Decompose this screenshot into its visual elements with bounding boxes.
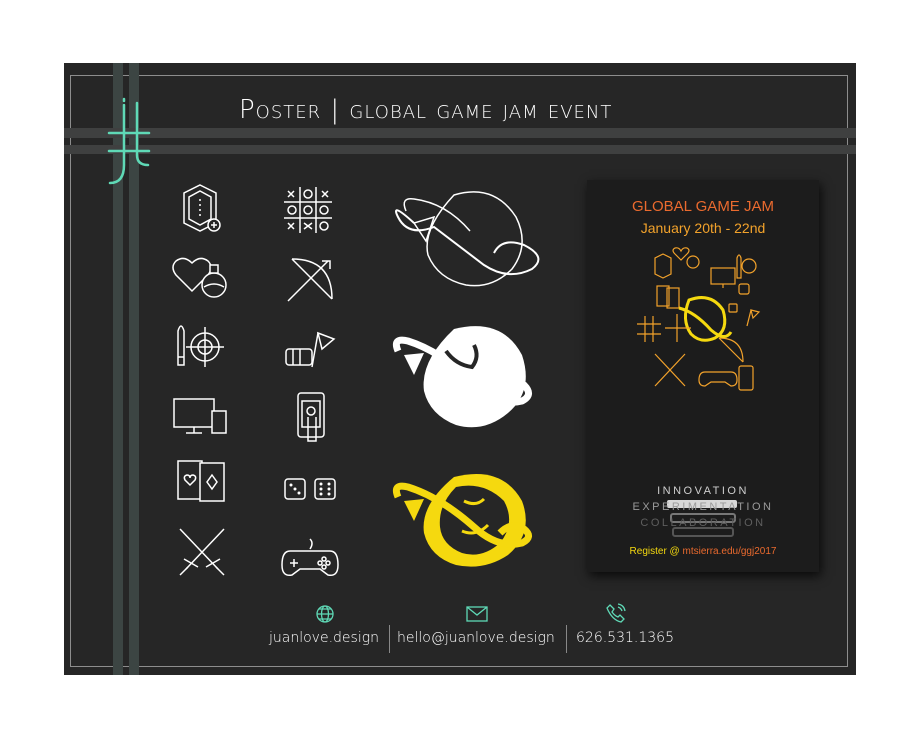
poster-title: GLOBAL GAME JAM — [632, 198, 774, 215]
website-link[interactable]: juanlove.design — [269, 630, 379, 646]
monogram-logo — [104, 95, 154, 190]
phone-hand-icon — [292, 389, 332, 447]
monitor-tablet-icon — [172, 395, 232, 439]
globe-icon — [315, 604, 335, 624]
poster-board: Poster | global game jam event GLOBAL GA… — [64, 63, 856, 675]
bullet-target-icon — [172, 317, 228, 377]
register-prefix: Register @ — [629, 546, 683, 557]
envelope-icon — [466, 606, 488, 622]
gamepad-icon — [280, 535, 342, 583]
gem-icon — [180, 183, 224, 235]
dice-icon — [282, 475, 342, 505]
poster-register: Register @ mtsierra.edu/ggj2017 — [587, 546, 819, 557]
contact-divider-1 — [389, 625, 390, 653]
poster-innovation: INNOVATION — [657, 485, 749, 497]
register-url[interactable]: mtsierra.edu/ggj2017 — [683, 546, 777, 557]
poster-experimentation: EXPERIMENTATION — [632, 501, 774, 513]
lightbulb-icon-cluster — [635, 246, 775, 452]
page-title: Poster | global game jam event — [239, 95, 613, 125]
tic-tac-toe-icon — [282, 185, 334, 235]
poster-collaboration: COLLABORATION — [640, 517, 766, 529]
crossed-swords-icon — [174, 523, 230, 583]
horizontal-band-bottom — [64, 145, 856, 154]
fist-flag-icon — [282, 325, 338, 375]
email-link[interactable]: hello@juanlove.design — [397, 630, 555, 646]
bow-arrow-icon — [282, 255, 338, 307]
event-poster: GLOBAL GAME JAM January 20th - 22nd INNO… — [587, 180, 819, 572]
phone-icon — [606, 603, 626, 623]
ggj-logo-yellow-icon — [384, 471, 554, 571]
phone-number[interactable]: 626.531.1365 — [576, 630, 674, 646]
heart-potion-icon — [170, 251, 234, 301]
contact-divider-2 — [566, 625, 567, 653]
ggj-logo-white-icon — [384, 321, 554, 439]
ggj-logo-outline-icon — [384, 181, 554, 299]
playing-cards-icon — [174, 457, 230, 513]
poster-dates: January 20th - 22nd — [640, 220, 766, 236]
